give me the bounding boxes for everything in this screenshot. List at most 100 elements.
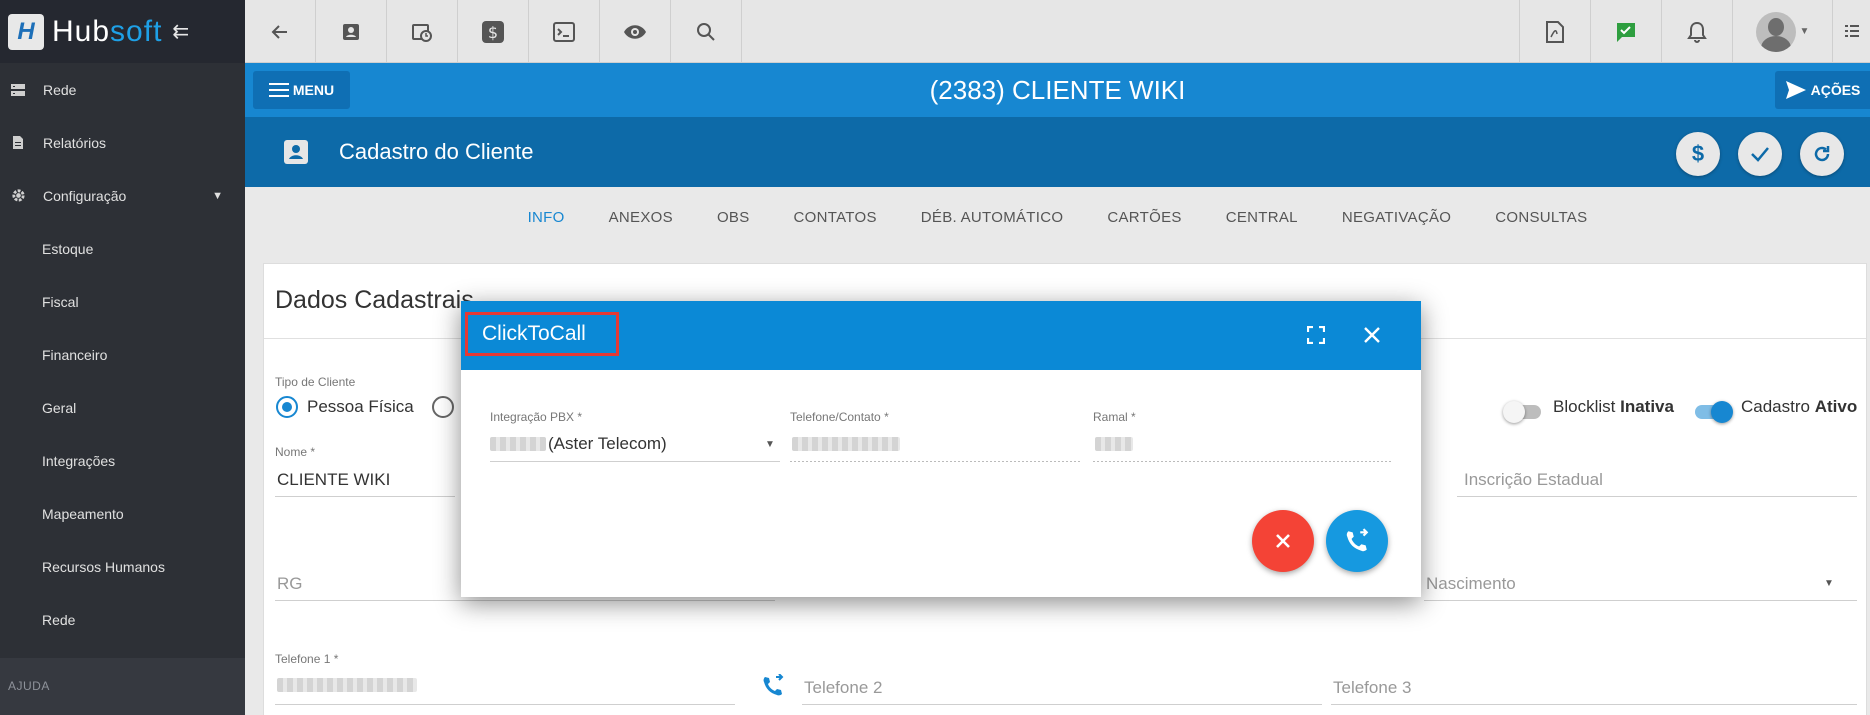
tab-central[interactable]: CENTRAL bbox=[1204, 209, 1320, 226]
document-icon bbox=[9, 136, 27, 150]
avatar bbox=[1755, 11, 1796, 52]
brand-name: Hubsoft bbox=[52, 14, 163, 48]
radio-pessoa-fisica[interactable] bbox=[276, 396, 298, 418]
messages-button[interactable] bbox=[1591, 0, 1662, 63]
sidebar-nav: Rede Relatórios Configuração ▼ Estoque F… bbox=[0, 63, 245, 646]
ramal-input[interactable] bbox=[1095, 437, 1133, 451]
sidebar-subitem-estoque[interactable]: Estoque bbox=[0, 222, 245, 275]
cadastro-toggle[interactable] bbox=[1695, 401, 1733, 423]
nascimento-select[interactable]: Nascimento bbox=[1426, 574, 1516, 594]
billing-round-button[interactable]: $ bbox=[1676, 132, 1720, 176]
page-header: Cadastro do Cliente $ bbox=[245, 117, 1870, 187]
fullscreen-icon[interactable] bbox=[1307, 326, 1325, 344]
sidebar-subitem-integracoes[interactable]: Integrações bbox=[0, 434, 245, 487]
sidebar-subitem-geral[interactable]: Geral bbox=[0, 381, 245, 434]
tab-contatos[interactable]: CONTATOS bbox=[772, 209, 899, 226]
hubsoft-logo-icon: H bbox=[8, 13, 44, 50]
sidebar-item-relatorios[interactable]: Relatórios bbox=[0, 116, 245, 169]
client-title: (2383) CLIENTE WIKI bbox=[929, 75, 1186, 105]
sidebar-subitem-financeiro[interactable]: Financeiro bbox=[0, 328, 245, 381]
refresh-round-button[interactable] bbox=[1800, 132, 1844, 176]
pbx-select[interactable]: (Aster Telecom) bbox=[548, 434, 667, 454]
radio-pessoa-juridica[interactable] bbox=[432, 396, 454, 418]
tab-consultas[interactable]: CONSULTAS bbox=[1473, 209, 1609, 226]
telefone-contato-input[interactable] bbox=[792, 437, 900, 451]
sidebar-subitem-mapeamento[interactable]: Mapeamento bbox=[0, 487, 245, 540]
server-icon bbox=[9, 83, 27, 97]
sidebar-subitem-rede[interactable]: Rede bbox=[0, 593, 245, 646]
bell-icon bbox=[1687, 21, 1707, 43]
start-call-button[interactable] bbox=[1326, 510, 1388, 572]
telefone2-input[interactable]: Telefone 2 bbox=[804, 678, 882, 698]
nome-input[interactable]: CLIENTE WIKI bbox=[277, 470, 390, 490]
pbx-label: Integração PBX * bbox=[490, 410, 583, 424]
pdf-file-icon bbox=[1546, 20, 1564, 43]
client-header: MENU (2383) CLIENTE WIKI AÇÕES bbox=[245, 63, 1870, 117]
rg-input[interactable]: RG bbox=[277, 574, 303, 594]
sidebar-item-configuracao[interactable]: Configuração ▼ bbox=[0, 169, 245, 222]
client-tabs: INFO ANEXOS OBS CONTATOS DÉB. AUTOMÁTICO… bbox=[245, 187, 1870, 247]
chat-check-icon bbox=[1617, 22, 1635, 42]
tab-deb-automatico[interactable]: DÉB. AUTOMÁTICO bbox=[899, 209, 1086, 226]
cadastro-label: Cadastro Ativo bbox=[1741, 397, 1858, 416]
contact-card-icon bbox=[343, 23, 359, 40]
close-icon bbox=[1276, 534, 1290, 548]
client-card-button[interactable] bbox=[316, 0, 387, 63]
blocklist-toggle[interactable] bbox=[1503, 401, 1541, 423]
nome-label: Nome * bbox=[275, 445, 316, 459]
blocklist-label: Blocklist Inativa bbox=[1553, 397, 1674, 416]
ramal-label: Ramal * bbox=[1093, 410, 1136, 424]
telefone-contato-label: Telefone/Contato * bbox=[790, 410, 889, 424]
chevron-down-icon: ▼ bbox=[1824, 578, 1834, 589]
sidebar: H Hubsoft ⇇ Rede Relatórios Configuração… bbox=[0, 0, 245, 715]
cancel-call-button[interactable] bbox=[1252, 510, 1314, 572]
schedule-button[interactable] bbox=[387, 0, 458, 63]
eye-icon bbox=[624, 24, 646, 39]
sidebar-item-rede[interactable]: Rede bbox=[0, 63, 245, 116]
tab-info[interactable]: INFO bbox=[506, 209, 587, 226]
terminal-button[interactable] bbox=[529, 0, 600, 63]
sidebar-section-ajuda: AJUDA bbox=[0, 658, 245, 715]
actions-button[interactable]: AÇÕES bbox=[1775, 71, 1870, 109]
page-title: Cadastro do Cliente bbox=[339, 139, 534, 164]
view-button[interactable] bbox=[600, 0, 671, 63]
save-round-button[interactable] bbox=[1738, 132, 1782, 176]
search-icon bbox=[697, 22, 715, 41]
close-icon[interactable] bbox=[1363, 326, 1381, 344]
collapse-sidebar-icon[interactable]: ⇇ bbox=[172, 19, 189, 44]
telefone3-input[interactable]: Telefone 3 bbox=[1333, 678, 1411, 698]
dialog-title: ClickToCall bbox=[465, 312, 619, 356]
telefone1-input[interactable] bbox=[277, 678, 417, 692]
send-icon bbox=[1785, 81, 1806, 99]
pdf-button[interactable] bbox=[1520, 0, 1591, 63]
radio-pessoa-fisica-label: Pessoa Física bbox=[307, 397, 414, 416]
notifications-button[interactable] bbox=[1662, 0, 1733, 63]
contact-card-icon bbox=[284, 140, 308, 164]
search-button[interactable] bbox=[671, 0, 742, 63]
top-toolbar: $ ▼ bbox=[245, 0, 1870, 63]
gear-icon bbox=[9, 189, 27, 203]
dialog-header: ClickToCall bbox=[461, 301, 1421, 370]
list-menu-button[interactable] bbox=[1833, 0, 1870, 62]
telefone1-label: Telefone 1 * bbox=[275, 652, 339, 666]
terminal-icon bbox=[553, 21, 575, 42]
phone-forward-icon[interactable] bbox=[761, 674, 785, 698]
clicktocall-dialog: ClickToCall Integração PBX * (Aster Tele… bbox=[461, 301, 1421, 597]
svg-text:$: $ bbox=[488, 23, 498, 42]
sidebar-subitem-fiscal[interactable]: Fiscal bbox=[0, 275, 245, 328]
user-menu[interactable]: ▼ bbox=[1733, 0, 1833, 63]
tab-anexos[interactable]: ANEXOS bbox=[587, 209, 695, 226]
tab-obs[interactable]: OBS bbox=[695, 209, 772, 226]
back-button[interactable] bbox=[245, 0, 316, 63]
chevron-down-icon: ▼ bbox=[1799, 26, 1810, 37]
inscricao-estadual-input[interactable]: Inscrição Estadual bbox=[1464, 470, 1603, 490]
billing-button[interactable]: $ bbox=[458, 0, 529, 63]
tab-cartoes[interactable]: CARTÕES bbox=[1085, 209, 1203, 226]
sidebar-subitem-recursos-humanos[interactable]: Recursos Humanos bbox=[0, 540, 245, 593]
tab-negativacao[interactable]: NEGATIVAÇÃO bbox=[1320, 209, 1473, 226]
brand: H Hubsoft ⇇ bbox=[0, 0, 245, 63]
calendar-clock-icon bbox=[412, 23, 432, 42]
list-icon bbox=[1844, 25, 1859, 37]
chevron-down-icon: ▼ bbox=[765, 439, 775, 450]
chevron-down-icon: ▼ bbox=[212, 189, 223, 202]
